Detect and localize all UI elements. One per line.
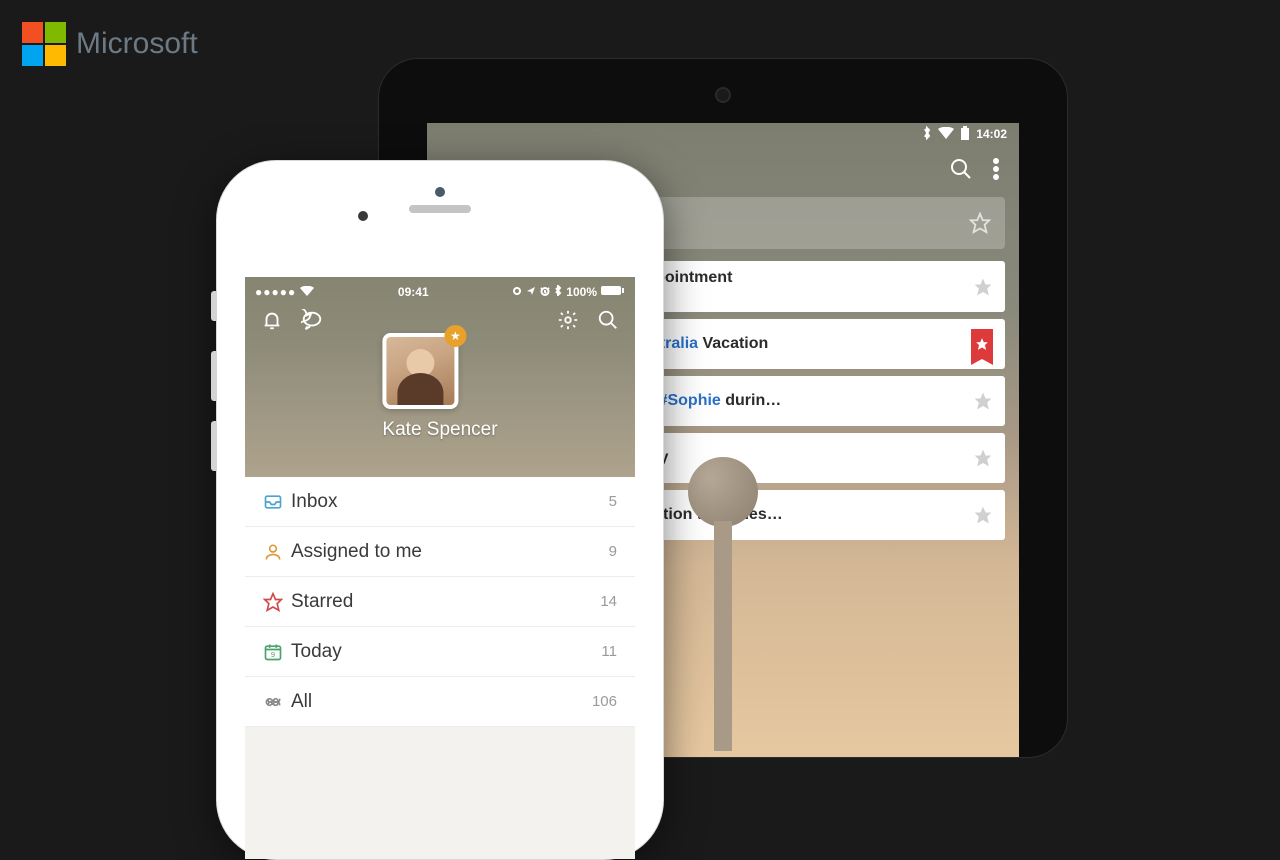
location-arrow-icon — [526, 285, 536, 299]
microsoft-logo-icon — [22, 22, 66, 66]
tablet-camera — [715, 87, 731, 103]
bell-icon[interactable] — [261, 309, 283, 336]
calendar-icon: 9 — [263, 642, 291, 662]
search-icon[interactable] — [597, 309, 619, 336]
ios-status-bar: ●●●●● 09:41 — [245, 277, 635, 299]
phone-screen: ●●●●● 09:41 — [245, 277, 635, 859]
person-icon — [263, 542, 291, 562]
star-icon[interactable] — [973, 448, 993, 468]
phone-volume-down — [211, 421, 217, 471]
phone-device-frame: ●●●●● 09:41 — [216, 160, 664, 860]
signal-icon: ●●●●● — [255, 285, 296, 299]
wifi-icon — [938, 127, 954, 142]
search-icon[interactable] — [949, 157, 973, 186]
smartlist-count: 14 — [600, 593, 617, 610]
overflow-menu-icon[interactable] — [993, 158, 999, 185]
smartlist-label: All — [291, 691, 592, 713]
smartlist-count: 106 — [592, 693, 617, 710]
smartlist-starred[interactable]: Starred 14 — [245, 577, 635, 627]
phone-sensor — [358, 211, 368, 221]
smartlist-label: Inbox — [291, 491, 609, 513]
smartlist-label: Assigned to me — [291, 541, 609, 563]
infinity-icon — [263, 692, 291, 712]
smartlist-count: 5 — [609, 493, 617, 510]
bluetooth-icon — [554, 285, 562, 299]
microsoft-wordmark: Microsoft — [76, 27, 198, 61]
phone-speaker — [409, 205, 471, 213]
pro-star-badge: ★ — [444, 325, 466, 347]
battery-icon — [960, 126, 970, 143]
smartlist-label: Today — [291, 641, 601, 663]
battery-percent: 100% — [566, 285, 597, 299]
microsoft-logo: Microsoft — [22, 22, 198, 66]
phone-toolbar — [245, 299, 635, 336]
smartlist-today[interactable]: 9 Today 11 — [245, 627, 635, 677]
smartlist-inbox[interactable]: Inbox 5 — [245, 477, 635, 527]
chat-icon[interactable] — [301, 309, 323, 336]
smartlist-count: 11 — [601, 643, 617, 660]
star-icon[interactable] — [973, 505, 993, 525]
profile-header: ●●●●● 09:41 — [245, 277, 635, 477]
wifi-icon — [300, 285, 314, 299]
svg-text:9: 9 — [271, 650, 275, 659]
phone-volume-up — [211, 351, 217, 401]
gear-icon[interactable] — [557, 309, 579, 336]
smartlist-assigned[interactable]: Assigned to me 9 — [245, 527, 635, 577]
star-icon[interactable] — [973, 277, 993, 297]
alarm-icon — [540, 285, 550, 299]
bluetooth-icon — [922, 126, 932, 143]
battery-icon — [601, 285, 625, 299]
user-name: Kate Spencer — [382, 419, 497, 441]
star-ribbon-icon[interactable] — [971, 329, 993, 359]
status-time: 09:41 — [398, 285, 429, 299]
location-icon — [512, 285, 522, 299]
status-time: 14:02 — [976, 127, 1007, 141]
star-icon[interactable] — [969, 212, 991, 234]
android-status-bar: 14:02 — [427, 123, 1019, 145]
phone-mute-switch — [211, 291, 217, 321]
star-icon — [263, 592, 291, 612]
smartlist-count: 9 — [609, 543, 617, 560]
inbox-icon — [263, 492, 291, 512]
task-tag: #Sophie — [659, 392, 721, 409]
phone-camera — [435, 187, 445, 197]
smartlist-label: Starred — [291, 591, 600, 613]
star-icon[interactable] — [973, 391, 993, 411]
avatar[interactable]: ★ — [382, 333, 458, 409]
